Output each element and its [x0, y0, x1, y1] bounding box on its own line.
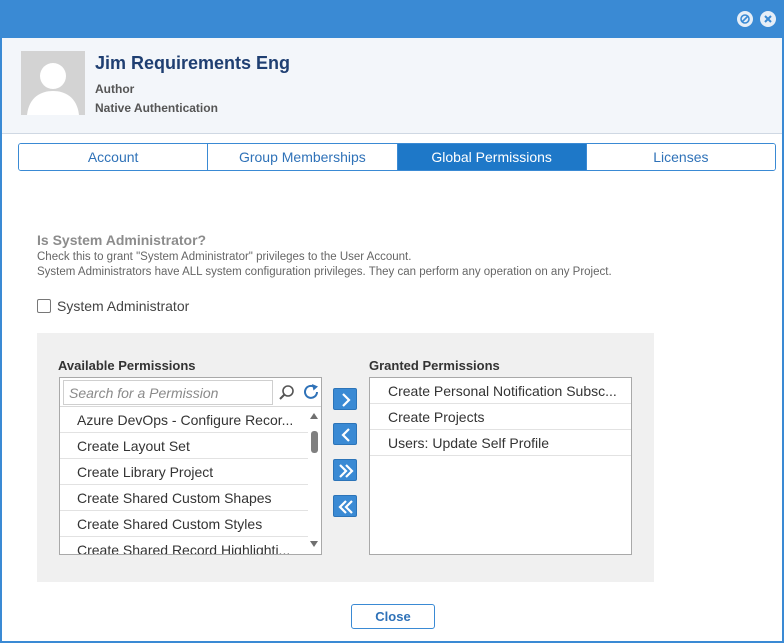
- available-items: Azure DevOps - Configure Recor... Create…: [60, 407, 308, 554]
- sysadmin-title: Is System Administrator?: [37, 232, 207, 248]
- title-bar: [2, 0, 782, 38]
- sysadmin-desc-line1: Check this to grant "System Administrato…: [37, 251, 412, 263]
- granted-permissions-list: Create Personal Notification Subsc... Cr…: [369, 377, 632, 555]
- close-icon[interactable]: [760, 11, 776, 27]
- list-item[interactable]: Create Shared Custom Shapes: [60, 485, 308, 511]
- grant-selected-button[interactable]: [333, 388, 357, 410]
- sysadmin-description: Check this to grant "System Administrato…: [37, 250, 737, 280]
- list-item[interactable]: Create Shared Custom Styles: [60, 511, 308, 537]
- tab-global-permissions[interactable]: Global Permissions: [397, 144, 587, 170]
- permission-search-input[interactable]: [63, 380, 273, 405]
- scroll-thumb[interactable]: [311, 431, 318, 453]
- available-permissions-label: Available Permissions: [58, 358, 196, 373]
- sysadmin-desc-line2: System Administrators have ALL system co…: [37, 266, 612, 278]
- pin-icon[interactable]: [737, 11, 753, 27]
- user-auth-type: Native Authentication: [95, 101, 218, 115]
- list-item[interactable]: Users: Update Self Profile: [370, 430, 631, 456]
- sysadmin-checkbox-row[interactable]: System Administrator: [37, 297, 189, 315]
- avatar: [21, 51, 85, 115]
- sysadmin-checkbox-label: System Administrator: [57, 298, 190, 314]
- scroll-up-icon[interactable]: [310, 413, 318, 419]
- list-item[interactable]: Azure DevOps - Configure Recor...: [60, 407, 308, 433]
- chevron-right-icon: [342, 393, 351, 407]
- tab-licenses[interactable]: Licenses: [586, 144, 775, 170]
- double-chevron-right-icon: [339, 464, 354, 478]
- permission-search-row: [60, 378, 321, 407]
- grant-all-button[interactable]: [333, 459, 357, 481]
- user-silhouette-icon: [27, 63, 79, 115]
- scroll-down-icon[interactable]: [310, 541, 318, 547]
- granted-items: Create Personal Notification Subsc... Cr…: [370, 378, 631, 456]
- revoke-all-button[interactable]: [333, 495, 357, 517]
- double-chevron-left-icon: [338, 500, 353, 514]
- list-item[interactable]: Create Projects: [370, 404, 631, 430]
- user-role: Author: [95, 82, 135, 96]
- sysadmin-checkbox[interactable]: [37, 299, 51, 313]
- tab-group-memberships[interactable]: Group Memberships: [208, 144, 398, 170]
- available-scrollbar[interactable]: [308, 407, 321, 554]
- search-icon[interactable]: [278, 384, 296, 407]
- revoke-selected-button[interactable]: [333, 423, 357, 445]
- list-item[interactable]: Create Layout Set: [60, 433, 308, 459]
- available-permissions-list: Azure DevOps - Configure Recor... Create…: [59, 377, 322, 555]
- refresh-icon[interactable]: [302, 383, 320, 406]
- tab-bar: Account Group Memberships Global Permiss…: [18, 143, 776, 171]
- user-name: Jim Requirements Eng: [95, 53, 291, 73]
- granted-permissions-label: Granted Permissions: [369, 358, 500, 373]
- list-item[interactable]: Create Shared Record Highlighti...: [60, 537, 308, 554]
- tab-account[interactable]: Account: [19, 144, 209, 170]
- close-button[interactable]: Close: [351, 604, 435, 629]
- list-item[interactable]: Create Personal Notification Subsc...: [370, 378, 631, 404]
- chevron-left-icon: [341, 428, 350, 442]
- user-header: Jim Requirements Eng Author Native Authe…: [2, 38, 782, 134]
- list-item[interactable]: Create Library Project: [60, 459, 308, 485]
